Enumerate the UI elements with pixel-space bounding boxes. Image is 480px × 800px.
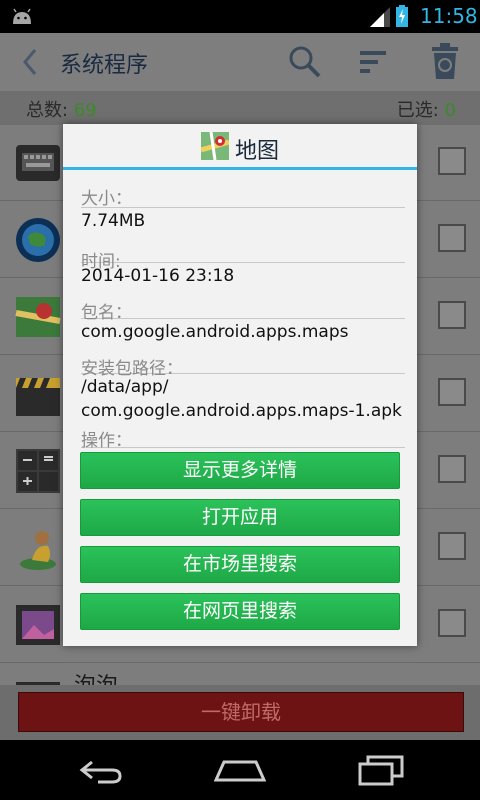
total-value: 69 <box>73 100 97 121</box>
path-value-line1: /data/app/ <box>81 377 169 397</box>
search-market-button[interactable]: 在市场里搜索 <box>80 546 400 583</box>
package-field: 包名： com.google.android.apps.maps <box>81 292 405 348</box>
open-app-button[interactable]: 打开应用 <box>80 499 400 536</box>
total-label: 总数: <box>26 100 74 121</box>
checkbox[interactable] <box>438 224 466 252</box>
path-value: /data/app/ com.google.android.apps.maps-… <box>81 374 405 424</box>
dialog-title: 地图 <box>235 139 280 164</box>
checkbox[interactable] <box>438 609 466 637</box>
google-earth-icon <box>16 218 60 262</box>
sort-icon[interactable] <box>360 49 388 75</box>
latitude-icon <box>20 531 56 570</box>
time-field: 时间: 2014-01-16 23:18 <box>81 237 405 292</box>
nav-recent-icon[interactable] <box>358 754 404 786</box>
nav-back-icon[interactable] <box>78 758 122 784</box>
size-value: 7.74MB <box>81 211 146 231</box>
package-value: com.google.android.apps.maps <box>81 322 349 342</box>
battery-charging-icon <box>396 5 408 27</box>
checkbox[interactable] <box>438 301 466 329</box>
maps-icon <box>15 297 61 337</box>
size-label: 大小： <box>81 170 405 209</box>
count-bar: 总数: 69 已选: 0 <box>0 91 480 125</box>
checkbox[interactable] <box>438 378 466 406</box>
app-icon <box>16 682 60 685</box>
clock: 11:58 <box>420 4 478 28</box>
list-item[interactable]: 泡泡 <box>0 664 480 685</box>
navigation-bar <box>0 740 480 800</box>
action-bar: 系统程序 <box>0 33 480 91</box>
time-value: 2014-01-16 23:18 <box>81 266 235 286</box>
page-title: 系统程序 <box>60 53 149 78</box>
path-field: 安装包路径： /data/app/ com.google.android.app… <box>81 348 405 424</box>
uninstall-all-button[interactable]: 一键卸载 <box>18 692 464 732</box>
back-icon[interactable] <box>22 48 38 76</box>
keyboard-icon <box>16 145 60 181</box>
search-icon[interactable] <box>288 45 322 79</box>
package-label: 包名： <box>81 292 405 323</box>
movie-clapper-icon <box>16 378 60 416</box>
size-field: 大小： 7.74MB <box>81 170 405 237</box>
selected-count: 已选: 0 <box>397 96 456 122</box>
checkbox[interactable] <box>438 455 466 483</box>
selected-label: 已选: <box>396 100 445 121</box>
calculator-icon <box>16 449 60 493</box>
android-icon <box>13 8 31 24</box>
path-label: 安装包路径： <box>81 348 405 379</box>
list-item-label: 泡泡 <box>74 668 118 685</box>
checkbox[interactable] <box>438 532 466 560</box>
path-value-line2: com.google.android.apps.maps-1.apk <box>81 401 402 421</box>
uninstall-bar: 一键卸载 <box>0 685 480 740</box>
dialog-actions: 显示更多详情 打开应用 在市场里搜索 在网页里搜索 <box>80 452 400 640</box>
actions-field: 操作： <box>81 424 405 451</box>
recycle-trash-icon[interactable] <box>430 43 460 79</box>
gallery-icon <box>16 605 60 645</box>
time-label: 时间: <box>81 237 405 272</box>
search-web-button[interactable]: 在网页里搜索 <box>80 593 400 630</box>
nav-home-icon[interactable] <box>214 758 266 782</box>
app-info-dialog: 地图 大小： 7.74MB 时间: 2014-01-16 23:18 包名： c… <box>63 124 417 646</box>
signal-icon <box>370 7 390 27</box>
total-count: 总数: 69 <box>26 96 97 122</box>
actions-label: 操作： <box>81 424 405 451</box>
selected-value: 0 <box>444 100 456 121</box>
dialog-header: 地图 <box>63 124 417 170</box>
maps-icon <box>201 132 229 160</box>
status-bar: 11:58 <box>0 0 480 33</box>
checkbox[interactable] <box>438 147 466 175</box>
show-more-details-button[interactable]: 显示更多详情 <box>80 452 400 489</box>
